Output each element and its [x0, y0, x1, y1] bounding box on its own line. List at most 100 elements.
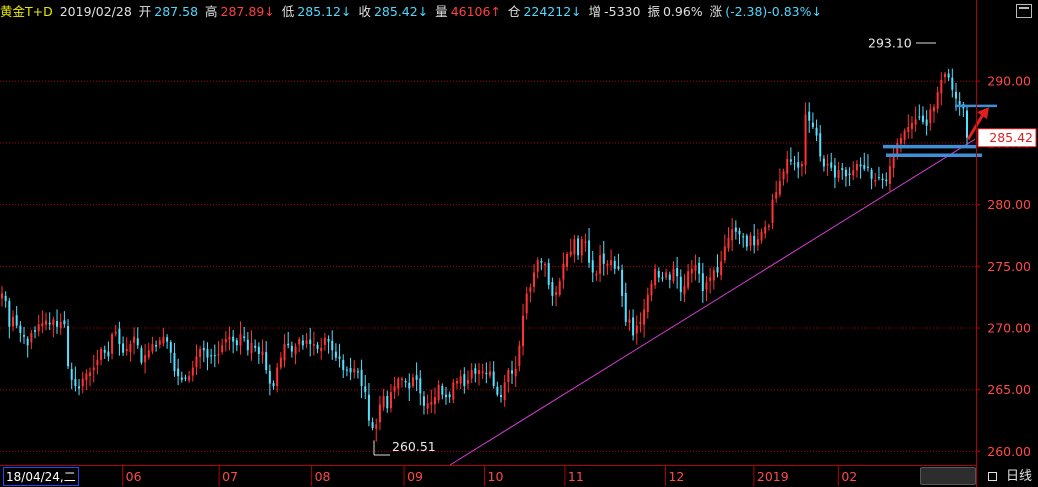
candle-down [415, 375, 418, 380]
candle-up [375, 424, 378, 429]
candle-up [943, 73, 946, 78]
candle-down [701, 273, 704, 292]
candle-up [749, 235, 752, 246]
candle-up [477, 369, 480, 375]
low-marker-label: 260.51 [392, 439, 436, 454]
candle-down [448, 394, 451, 398]
candle-down [213, 355, 216, 357]
candle-down [246, 339, 249, 351]
candle-down [56, 321, 59, 327]
candle-down [511, 370, 514, 374]
candle-down [103, 349, 106, 353]
candle-up [400, 378, 403, 381]
price-tick-label: 270.00 [987, 321, 1031, 336]
candle-down [588, 240, 591, 263]
trend-line [449, 138, 976, 466]
candle-down [657, 270, 660, 278]
candle-up [221, 345, 224, 352]
candle-down [254, 345, 257, 348]
candle-down [921, 115, 924, 122]
candle-down [859, 164, 862, 167]
price-tick-label: 265.00 [987, 382, 1031, 397]
crosshair-date-label: 18/04/24,二 [3, 467, 79, 486]
candle-up [162, 336, 165, 344]
candle-up [12, 316, 15, 327]
candle-down [632, 317, 635, 336]
candle-down [173, 353, 176, 372]
candle-down [819, 133, 822, 157]
candle-up [690, 268, 693, 274]
candle-up [723, 246, 726, 261]
candle-down [833, 165, 836, 178]
candle-down [364, 386, 367, 393]
candle-down [738, 230, 741, 235]
candle-down [419, 378, 422, 394]
candle-down [444, 394, 447, 398]
candle-up [239, 334, 242, 346]
candle-up [544, 263, 547, 266]
period-selector[interactable]: 日线 [986, 467, 1032, 486]
candle-down [107, 351, 110, 357]
candle-down [290, 345, 293, 352]
candle-up [30, 332, 33, 343]
candle-up [283, 344, 286, 361]
candle-up [826, 163, 829, 166]
candle-up [1, 293, 3, 299]
candle-up [888, 166, 891, 184]
candle-down [360, 369, 363, 387]
candle-down [885, 179, 888, 182]
candle-down [822, 158, 825, 167]
candle-down [48, 322, 51, 325]
candle-up [786, 158, 789, 174]
candle-down [848, 173, 851, 176]
candle-up [628, 319, 631, 323]
candle-down [577, 238, 580, 256]
candle-up [437, 384, 440, 401]
candle-up [411, 377, 414, 387]
candle-up [646, 294, 649, 312]
scrollbar-thumb[interactable] [920, 467, 976, 485]
candle-up [503, 382, 506, 401]
candle-up [525, 293, 528, 314]
candle-up [558, 281, 561, 295]
candle-up [566, 253, 569, 267]
candle-up [452, 382, 455, 400]
candle-down [272, 383, 275, 387]
candle-up [727, 237, 730, 249]
candle-down [668, 274, 671, 280]
candle-up [569, 251, 572, 256]
candle-down [954, 91, 957, 99]
candle-down [745, 235, 748, 247]
candle-up [188, 376, 191, 381]
candle-up [305, 340, 308, 344]
candle-up [852, 170, 855, 176]
candle-down [676, 268, 679, 277]
candle-down [951, 77, 954, 90]
candle-down [345, 369, 348, 371]
candle-up [199, 349, 202, 357]
candle-down [265, 352, 268, 370]
candle-down [122, 343, 125, 353]
candle-up [459, 376, 462, 384]
candle-down [679, 276, 682, 293]
candle-down [591, 260, 594, 273]
chart-window: 黄金T+D 2019/02/28 开 287.58 高 287.89↓ 低 285.1… [0, 0, 1038, 487]
candle-up [81, 378, 84, 387]
candle-up [279, 357, 282, 368]
candle-up [389, 392, 392, 409]
candle-down [474, 368, 477, 374]
candlestick-chart[interactable]: 290.00285.00280.00275.00270.00265.00260.… [0, 0, 1038, 487]
price-tick-label: 280.00 [987, 197, 1031, 212]
candle-up [731, 229, 734, 241]
candle-down [492, 371, 495, 387]
candle-up [720, 261, 723, 276]
candle-up [59, 321, 62, 329]
candle-down [301, 340, 304, 346]
candle-down [177, 368, 180, 377]
candle-down [166, 337, 169, 342]
price-axis-border [976, 0, 977, 487]
candle-down [808, 111, 811, 121]
candle-up [217, 353, 220, 356]
candle-down [441, 385, 444, 395]
candle-down [863, 164, 866, 169]
